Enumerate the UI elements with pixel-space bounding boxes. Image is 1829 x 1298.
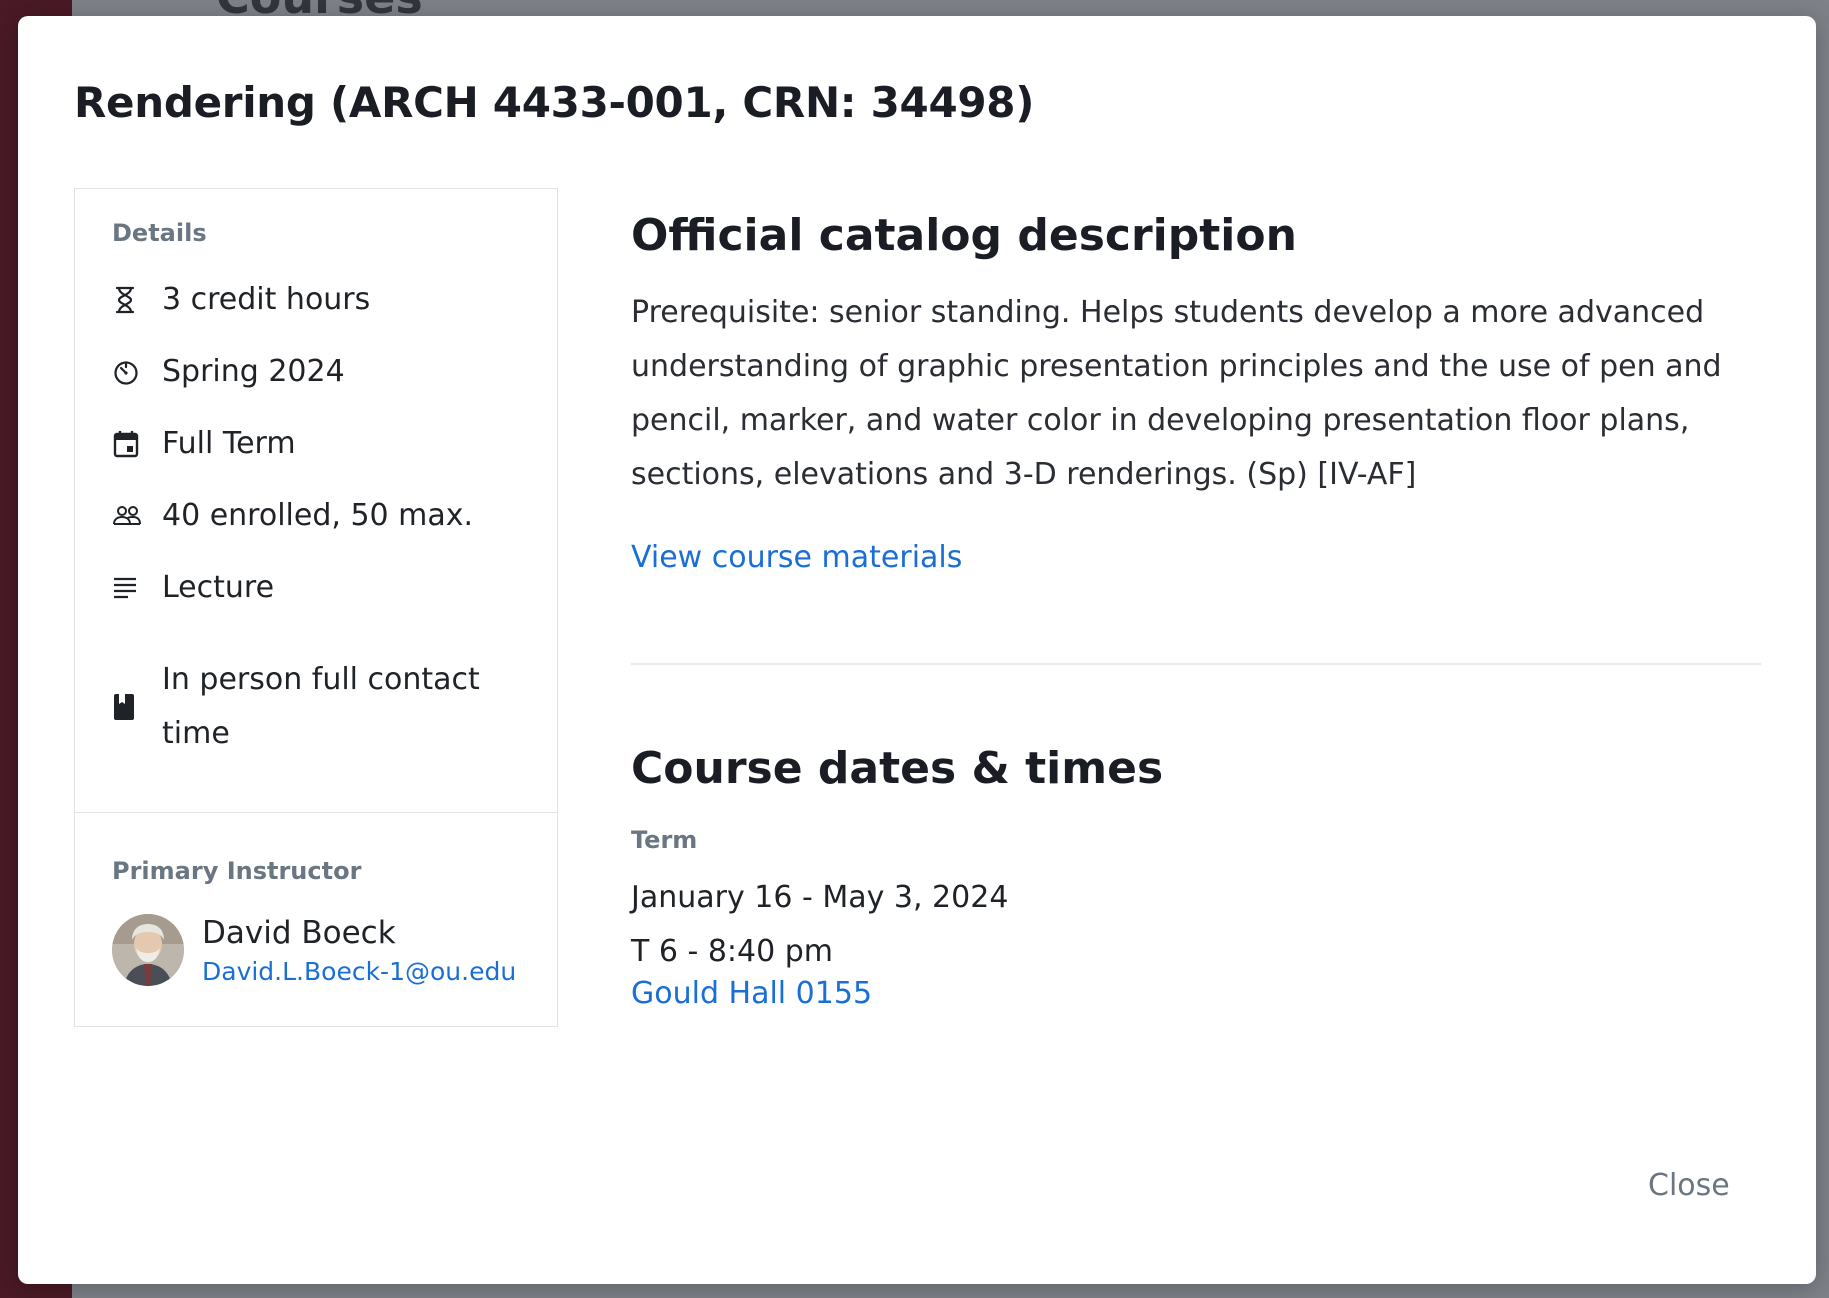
close-button[interactable]: Close — [1648, 1168, 1730, 1203]
modal-title: Rendering (ARCH 4433-001, CRN: 34498) — [74, 78, 1035, 127]
instructor-name: David Boeck — [202, 915, 396, 951]
details-section: Details 3 credit hours Spring 2024 Full … — [75, 189, 557, 812]
detail-credit-hours: 3 credit hours — [112, 273, 532, 327]
hourglass-icon — [112, 282, 148, 318]
details-card: Details 3 credit hours Spring 2024 Full … — [74, 188, 558, 1027]
instructor-email-link[interactable]: David.L.Boeck-1@ou.edu — [202, 955, 516, 989]
detail-enrollment: 40 enrolled, 50 max. — [112, 489, 532, 543]
section-divider — [631, 663, 1761, 665]
instructor: David Boeck David.L.Boeck-1@ou.edu — [112, 911, 516, 989]
catalog-heading: Official catalog description — [631, 210, 1297, 261]
people-icon — [112, 498, 148, 534]
detail-term: Spring 2024 — [112, 345, 532, 399]
catalog-description: Prerequisite: senior standing. Helps stu… — [631, 295, 1722, 492]
primary-instructor-label: Primary Instructor — [112, 857, 362, 885]
timer-icon — [112, 354, 148, 390]
course-details-modal: Rendering (ARCH 4433-001, CRN: 34498) De… — [18, 16, 1816, 1284]
detail-session: Full Term — [112, 417, 532, 471]
location-link[interactable]: Gould Hall 0155 — [631, 976, 872, 1011]
dates-heading: Course dates & times — [631, 743, 1164, 794]
details-label: Details — [112, 219, 207, 247]
avatar — [112, 914, 184, 986]
calendar-icon — [112, 426, 148, 462]
meeting-time: T 6 - 8:40 pm — [631, 934, 834, 969]
term-label: Term — [631, 826, 698, 854]
view-course-materials-link[interactable]: View course materials — [631, 540, 962, 575]
lines-icon — [112, 570, 148, 606]
detail-delivery: In person full contact time — [112, 653, 532, 761]
term-range: January 16 - May 3, 2024 — [631, 880, 1009, 915]
book-icon — [112, 689, 148, 725]
detail-type: Lecture — [112, 561, 532, 615]
card-divider — [75, 812, 557, 813]
